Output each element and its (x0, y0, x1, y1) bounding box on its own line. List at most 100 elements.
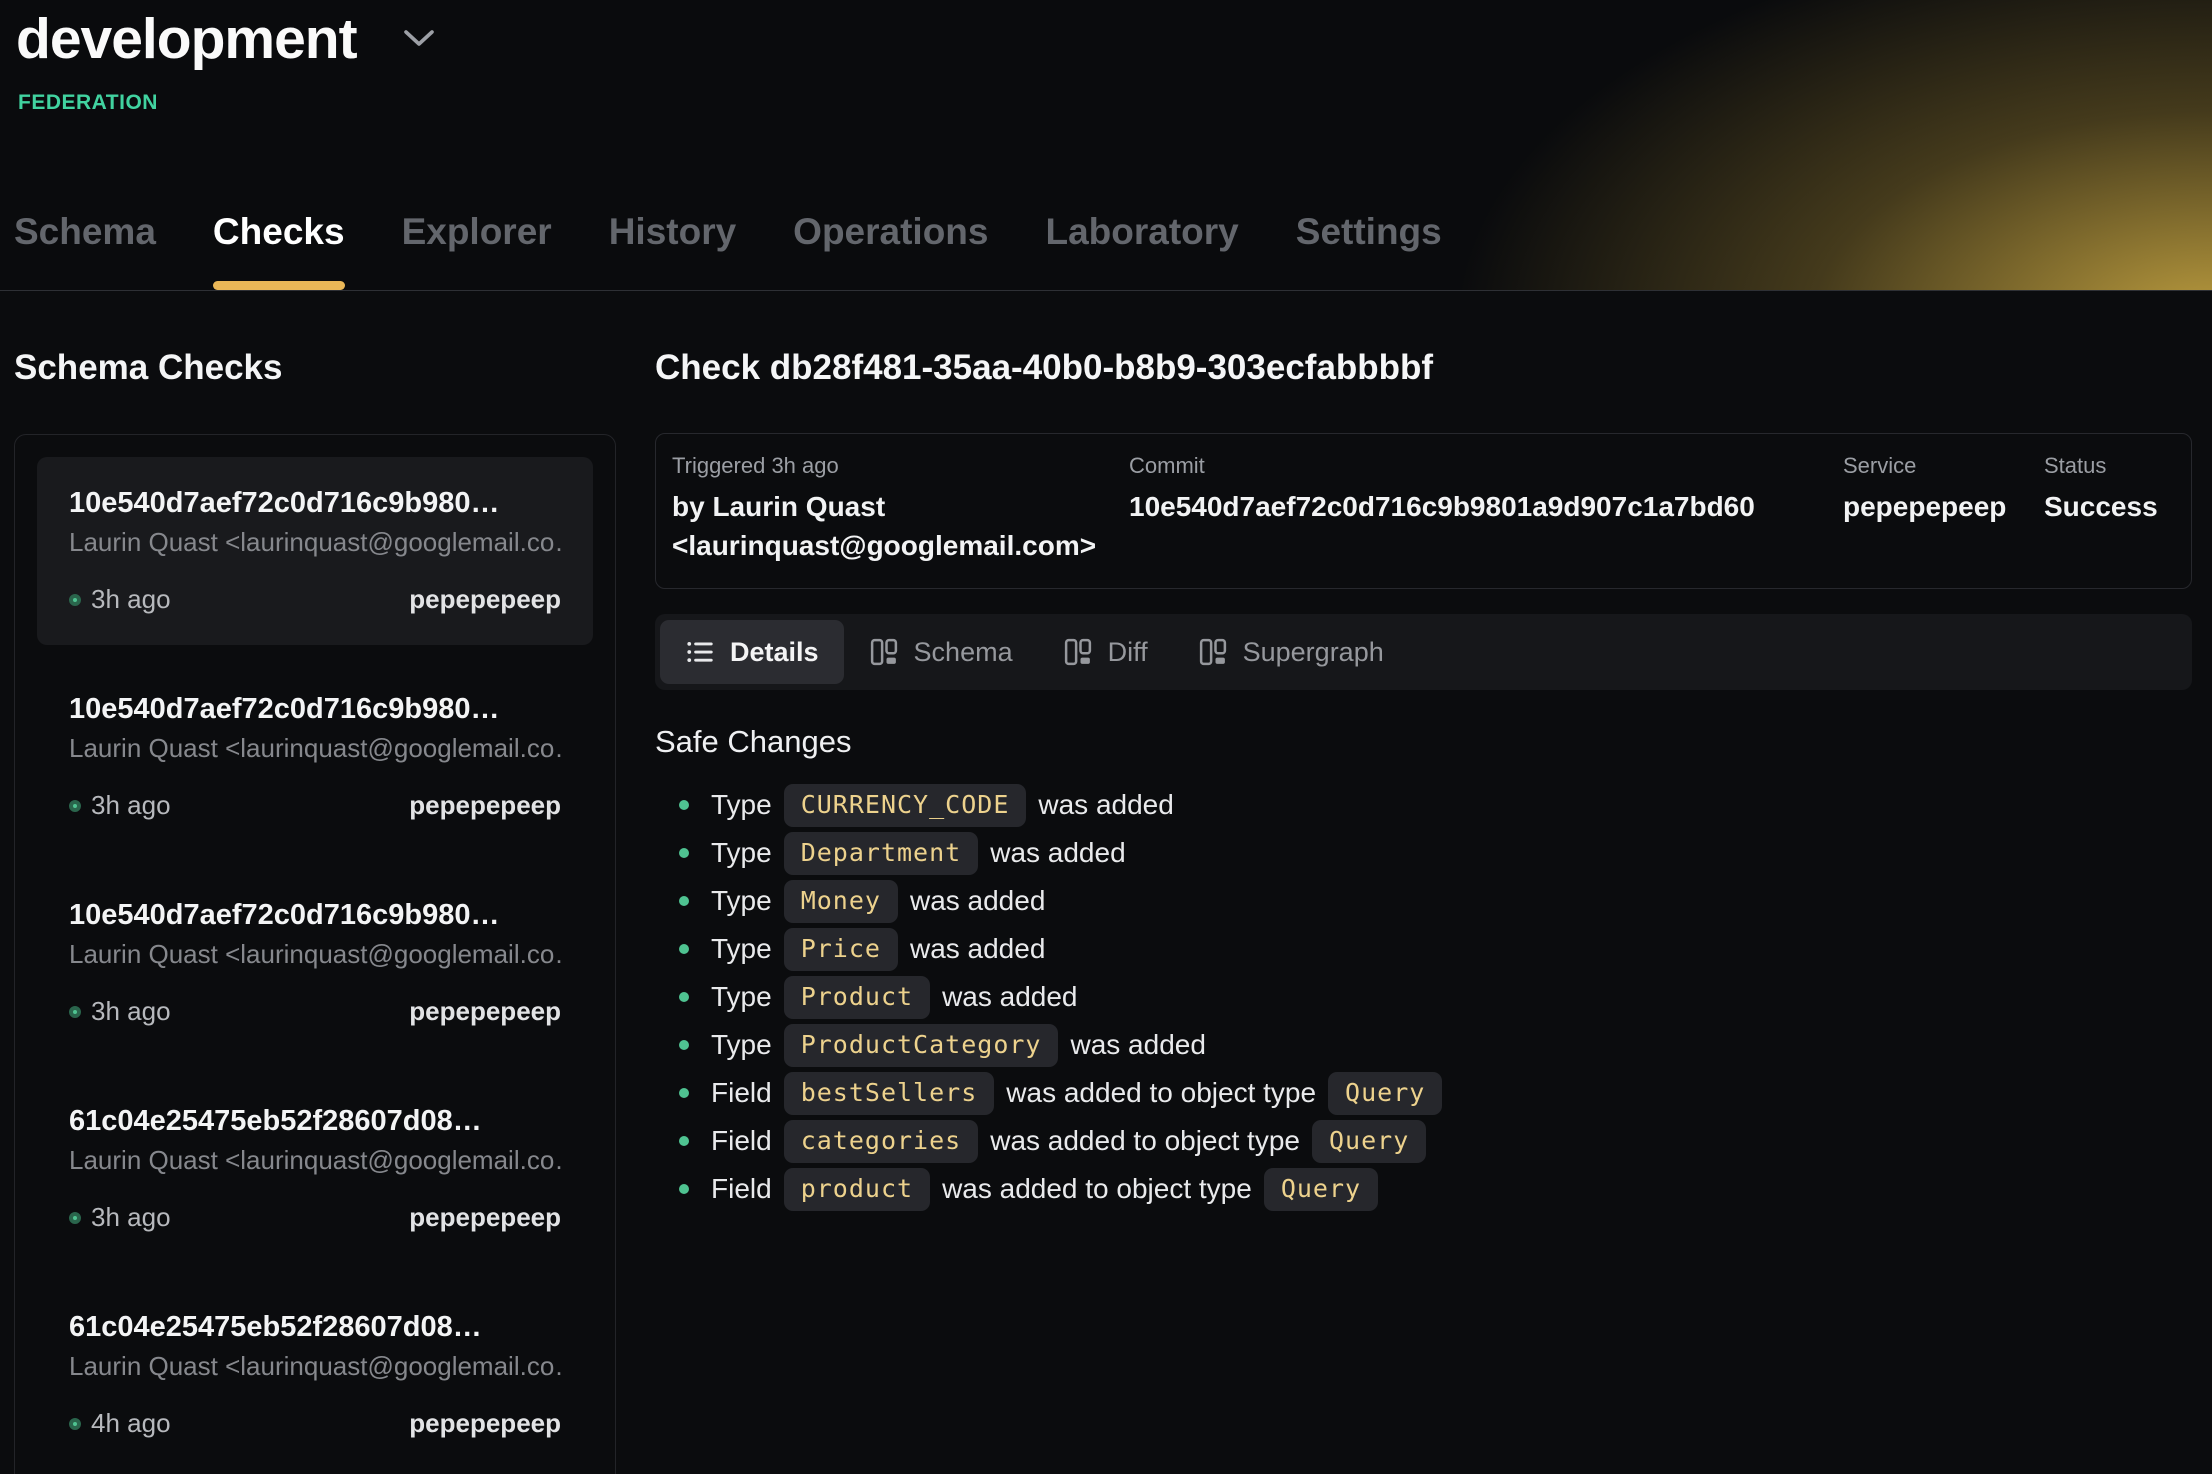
change-text: was added (1070, 1029, 1205, 1061)
commit-hash: 10e540d7aef72c0d716c9b9801a9d907c1a7bd60 (1129, 487, 1843, 526)
nav-tab-history[interactable]: History (609, 211, 736, 290)
change-text: Type (711, 837, 772, 869)
change-text: was added (910, 933, 1045, 965)
check-list-item[interactable]: 10e540d7aef72c0d716c9b980… Laurin Quast <… (37, 663, 593, 851)
change-text: Type (711, 981, 772, 1013)
main-nav: Schema Checks Explorer History Operations Lab… (14, 211, 1442, 290)
check-id: 10e540d7aef72c0d716c9b980… (69, 487, 561, 520)
check-service: pepepepeep (409, 1408, 561, 1439)
check-list-item[interactable]: 61c04e25475eb52f28607d08… Laurin Quast <l… (37, 1281, 593, 1469)
change-text: Field (711, 1125, 772, 1157)
status-dot-icon (69, 1418, 81, 1430)
tab-label: Schema (914, 637, 1013, 668)
code-badge: Price (784, 928, 898, 971)
change-text: Field (711, 1173, 772, 1205)
tab-details[interactable]: Details (660, 620, 844, 684)
check-detail-panel: Check db28f481-35aa-40b0-b8b9-303ecfabbb… (655, 291, 2192, 1474)
check-time: 4h ago (91, 1408, 171, 1439)
check-author: Laurin Quast <laurinquast@googlemail.co… (69, 1351, 561, 1382)
check-time: 3h ago (91, 1202, 171, 1233)
page-header: development FEDERATION Schema Checks Explo… (0, 0, 2212, 291)
change-text: was added (942, 981, 1077, 1013)
check-author: Laurin Quast <laurinquast@googlemail.co… (69, 939, 561, 970)
nav-tab-explorer[interactable]: Explorer (402, 211, 552, 290)
check-author: Laurin Quast <laurinquast@googlemail.co… (69, 1145, 561, 1176)
code-badge: Query (1264, 1168, 1378, 1211)
nav-tab-laboratory[interactable]: Laboratory (1046, 211, 1239, 290)
change-item: TypeDepartmentwas added (655, 830, 2192, 876)
change-item: Field product was added to object type Quer… (655, 1166, 2192, 1212)
check-author: Laurin Quast <laurinquast@googlemail.co… (69, 733, 561, 764)
tab-label: Diff (1108, 637, 1148, 668)
change-text: was added (910, 885, 1045, 917)
checks-list: 10e540d7aef72c0d716c9b980… Laurin Quast <… (14, 434, 616, 1474)
columns-icon (1063, 637, 1093, 667)
check-detail-title: Check db28f481-35aa-40b0-b8b9-303ecfabbb… (655, 348, 2192, 388)
status-dot-icon (69, 1212, 81, 1224)
check-time: 3h ago (91, 996, 171, 1027)
check-author: Laurin Quast <laurinquast@googlemail.co… (69, 527, 561, 558)
code-badge: Query (1328, 1072, 1442, 1115)
check-id: 10e540d7aef72c0d716c9b980… (69, 693, 561, 726)
check-status-row: 3h ago pepepepeep (69, 1202, 561, 1233)
status-dot-icon (69, 594, 81, 606)
tab-diff[interactable]: Diff (1038, 620, 1173, 684)
change-text: was added to object type (942, 1173, 1252, 1205)
check-status-row: 4h ago pepepepeep (69, 1408, 561, 1439)
change-text: Type (711, 789, 772, 821)
check-service: pepepepeep (409, 1202, 561, 1233)
change-text: was added to object type (990, 1125, 1300, 1157)
code-badge: Query (1312, 1120, 1426, 1163)
code-badge: ProductCategory (784, 1024, 1059, 1067)
list-icon (685, 637, 715, 667)
meta-commit: Commit 10e540d7aef72c0d716c9b9801a9d907c… (1129, 453, 1843, 565)
bullet-icon (679, 1088, 689, 1098)
bullet-icon (679, 1184, 689, 1194)
check-id: 10e540d7aef72c0d716c9b980… (69, 899, 561, 932)
nav-tab-checks[interactable]: Checks (213, 211, 345, 290)
nav-tab-operations[interactable]: Operations (793, 211, 988, 290)
status-dot-icon (69, 800, 81, 812)
code-badge: Product (784, 976, 930, 1019)
code-badge: product (784, 1168, 930, 1211)
check-list-item[interactable]: 10e540d7aef72c0d716c9b980… Laurin Quast <… (37, 457, 593, 645)
change-text: Field (711, 1077, 772, 1109)
bullet-icon (679, 848, 689, 858)
schema-checks-panel: Schema Checks 10e540d7aef72c0d716c9b980…… (14, 291, 616, 1474)
safe-changes-title: Safe Changes (655, 724, 2192, 760)
change-item: TypePricewas added (655, 926, 2192, 972)
status-label: Status (2044, 453, 2175, 479)
tab-label: Details (730, 637, 819, 668)
nav-tab-schema[interactable]: Schema (14, 211, 156, 290)
check-list-item[interactable]: 61c04e25475eb52f28607d08…Laurin Quast <l… (37, 1075, 593, 1263)
change-text: Type (711, 885, 772, 917)
check-service: pepepepeep (409, 790, 561, 821)
tab-schema[interactable]: Schema (844, 620, 1038, 684)
check-id: 61c04e25475eb52f28607d08… (69, 1311, 561, 1344)
tab-supergraph[interactable]: Supergraph (1173, 620, 1409, 684)
project-selector[interactable]: development (16, 6, 435, 72)
check-service: pepepepeep (409, 996, 561, 1027)
federation-badge: FEDERATION (18, 91, 158, 115)
change-item: FieldbestSellerswas added to object type… (655, 1070, 2192, 1116)
check-meta-box: Triggered 3h ago by Laurin Quast <laurin… (655, 433, 2192, 589)
code-badge: Money (784, 880, 898, 923)
commit-label: Commit (1129, 453, 1843, 479)
code-badge: Department (784, 832, 979, 875)
bullet-icon (679, 944, 689, 954)
check-status-row: 3h agopepepepeep (69, 790, 561, 821)
check-service: pepepepeep (409, 584, 561, 615)
check-list-item[interactable]: 10e540d7aef72c0d716c9b980… Laurin Quast <… (37, 869, 593, 1057)
status-dot-icon (69, 1006, 81, 1018)
triggered-label: Triggered 3h ago (672, 453, 1129, 479)
service-label: Service (1843, 453, 2044, 479)
bullet-icon (679, 992, 689, 1002)
code-badge: CURRENCY_CODE (784, 784, 1027, 827)
chevron-down-icon[interactable] (403, 29, 435, 49)
change-item: TypeCURRENCY_CODEwas added (655, 782, 2192, 828)
nav-tab-settings[interactable]: Settings (1296, 211, 1442, 290)
triggered-email: <laurinquast@googlemail.com> (672, 526, 1129, 565)
change-text: Type (711, 1029, 772, 1061)
change-item: Type Money was added (655, 878, 2192, 924)
change-text: was added to object type (1006, 1077, 1316, 1109)
